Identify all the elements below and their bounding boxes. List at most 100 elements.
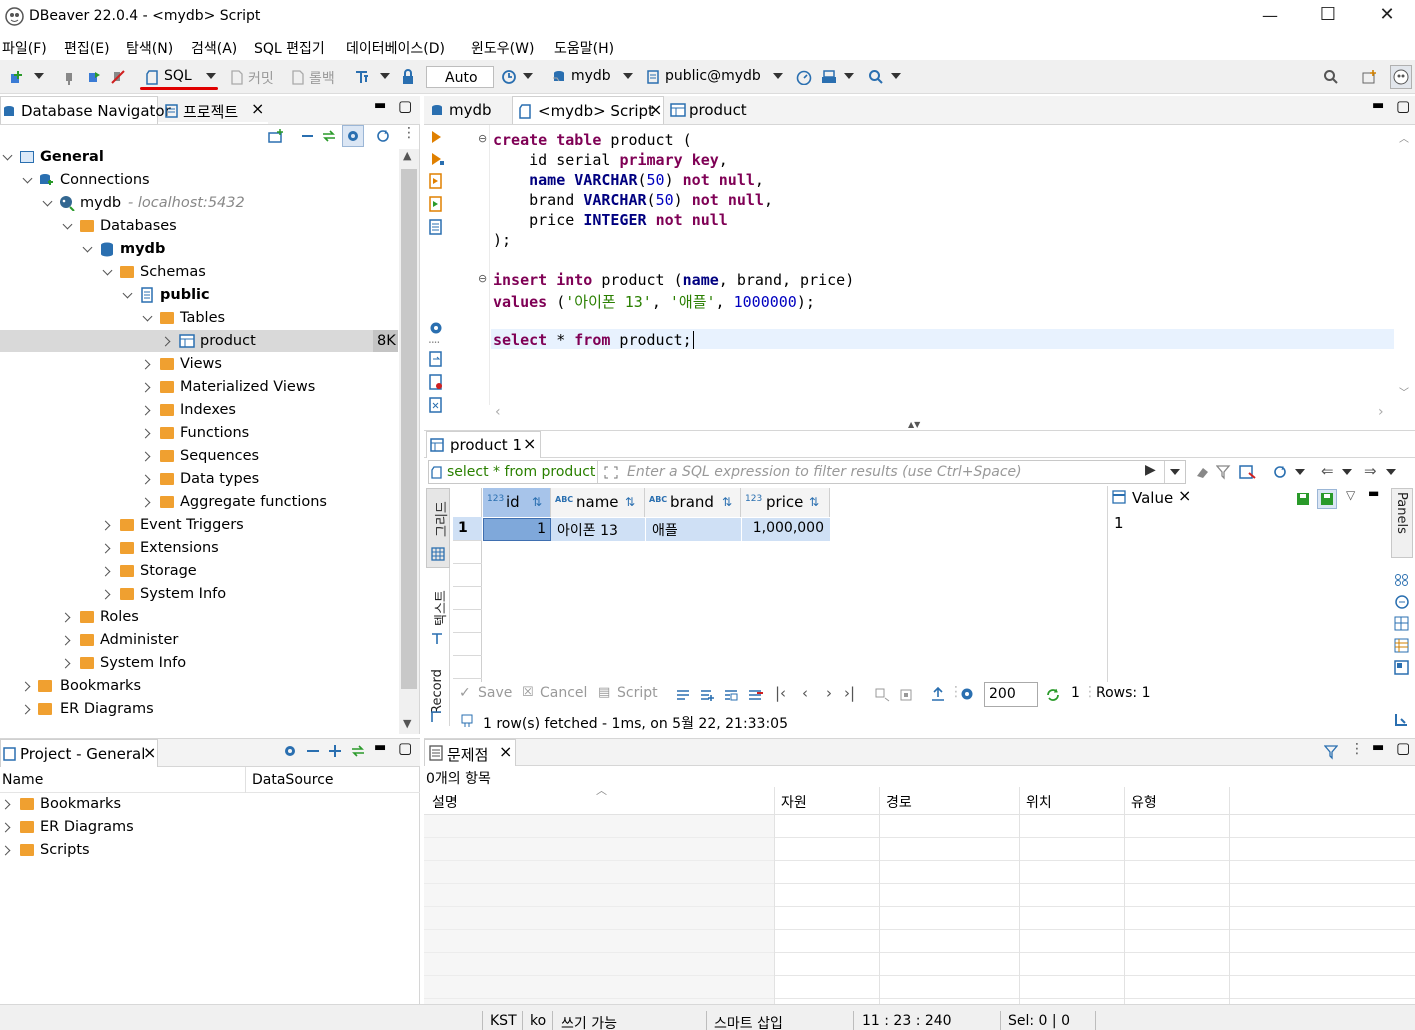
column-description-header[interactable]: 설명 — [432, 792, 458, 812]
maximize-panel-icon[interactable]: ▢ — [398, 97, 412, 115]
expand-arrow-icon[interactable] — [140, 359, 151, 370]
maximize-button[interactable]: ☐ — [1318, 4, 1338, 25]
fold-insert-icon[interactable]: ⊖ — [478, 272, 487, 285]
history-icon[interactable] — [501, 69, 517, 85]
code-line-11[interactable]: select * from product; — [493, 331, 694, 349]
column-location-header[interactable]: 위치 — [1026, 792, 1052, 812]
tab-product-1[interactable]: product 1 × — [426, 431, 541, 458]
expand-arrow-icon[interactable] — [20, 704, 31, 715]
erase-filter-icon[interactable] — [1194, 464, 1210, 480]
save-button[interactable]: Save — [478, 685, 512, 701]
minimize-panel-icon[interactable]: ▬ — [374, 740, 386, 755]
commit-button[interactable]: 커밋 — [248, 68, 274, 88]
schema-dropdown-icon[interactable] — [773, 73, 783, 79]
disconnect-icon[interactable] — [110, 69, 126, 85]
column-header-price[interactable]: 123 price ⇅ — [741, 488, 830, 517]
filter-settings-button[interactable] — [342, 125, 364, 147]
expand-arrow-icon[interactable] — [20, 681, 31, 692]
active-query-label[interactable]: select * from product — [447, 464, 595, 480]
menu-sql-editor[interactable]: SQL 편집기 — [254, 38, 325, 58]
minimize-panel-icon[interactable]: ▬ — [1372, 98, 1384, 113]
calc-panel-icon[interactable] — [1394, 594, 1410, 610]
expand-arrow-icon[interactable] — [60, 612, 71, 623]
tab-mydb-script[interactable]: <mydb> Script × — [512, 96, 664, 124]
tab-text[interactable]: 텍스트 — [426, 574, 450, 652]
last-page-icon[interactable]: ›| — [844, 684, 855, 702]
code-line-3[interactable]: name VARCHAR(50) not null, — [493, 171, 764, 189]
cell-price[interactable]: 1,000,000 — [741, 518, 830, 541]
cell-name[interactable]: 아이폰 13 — [551, 518, 645, 541]
splitter-toggle-icon[interactable]: ▲▼ — [908, 420, 920, 429]
refresh-dropdown-icon[interactable] — [1295, 469, 1305, 475]
sort-icon[interactable]: ⇅ — [625, 488, 635, 517]
scroll-thumb[interactable] — [401, 169, 417, 689]
auto-commit-field[interactable]: Auto — [426, 66, 494, 88]
apply-filter-icon[interactable]: ▶ — [1145, 462, 1156, 478]
presentation-panel-icon[interactable] — [1394, 660, 1410, 676]
search-tool-icon[interactable] — [868, 69, 884, 85]
connect-icon[interactable] — [62, 69, 76, 85]
forward-dropdown-icon[interactable] — [1386, 469, 1396, 475]
copy-row-icon[interactable] — [723, 687, 739, 703]
column-name-header[interactable]: Name — [2, 772, 43, 788]
lock-icon[interactable] — [401, 69, 415, 85]
expand-arrow-icon[interactable] — [0, 799, 11, 810]
sort-icon[interactable]: ⇅ — [809, 488, 819, 517]
column-header-id[interactable]: 123 id ⇅ — [483, 488, 551, 517]
save-value-icon[interactable] — [1296, 492, 1310, 506]
value-panel-menu-icon[interactable]: ▽ — [1346, 488, 1355, 502]
search-dropdown-icon[interactable] — [891, 73, 901, 79]
column-header-brand[interactable]: ABC brand ⇅ — [645, 488, 741, 517]
tab-problems[interactable]: 문제점 × — [424, 739, 516, 766]
edit-row-icon[interactable] — [675, 687, 691, 703]
references-panel-icon[interactable] — [1394, 638, 1410, 654]
menu-navigate[interactable]: 탐색(N) — [126, 38, 173, 58]
expand-arrow-icon[interactable] — [140, 497, 151, 508]
link-editor-icon[interactable] — [350, 743, 366, 759]
sql-button[interactable]: SQL — [164, 68, 192, 84]
expand-arrow-icon[interactable] — [22, 173, 33, 184]
dashboard-icon[interactable] — [795, 69, 813, 85]
panels-tab[interactable]: Panels — [1391, 488, 1413, 558]
view-menu-icon[interactable]: ⋮ — [1350, 741, 1364, 757]
scroll-up-icon[interactable]: ︿ — [1399, 130, 1409, 145]
minimize-button[interactable]: — — [1260, 6, 1280, 25]
fetch-size-input[interactable]: 200 — [984, 682, 1038, 707]
gear-icon[interactable] — [282, 743, 298, 759]
new-connection-icon[interactable] — [8, 69, 24, 85]
minimize-panel-icon[interactable]: ▬ — [1372, 740, 1384, 755]
connection-dropdown-icon[interactable] — [623, 73, 633, 79]
close-tab-icon[interactable]: × — [499, 742, 512, 761]
expand-arrow-icon[interactable] — [140, 428, 151, 439]
menu-help[interactable]: 도움말(H) — [554, 38, 614, 58]
scroll-down-icon[interactable]: ﹀ — [1399, 384, 1409, 399]
row-number-1[interactable]: 1 — [453, 517, 482, 540]
tab-product[interactable]: product — [668, 96, 778, 124]
close-tab-icon[interactable]: × — [649, 100, 662, 119]
sync-icon[interactable] — [375, 128, 391, 144]
next-page-icon[interactable]: › — [826, 684, 832, 702]
code-line-5[interactable]: price INTEGER not null — [493, 211, 728, 229]
expand-arrow-icon[interactable] — [140, 451, 151, 462]
column-path-header[interactable]: 경로 — [886, 792, 912, 812]
code-line-8[interactable]: insert into product (name, brand, price) — [493, 271, 854, 289]
maximize-panel-icon[interactable]: ▢ — [398, 739, 412, 757]
dbeaver-perspective-button[interactable] — [1390, 65, 1412, 89]
minimize-panel-icon[interactable]: ▬ — [1368, 486, 1379, 500]
fetch-next-icon[interactable] — [875, 688, 891, 702]
tab-project[interactable]: 프로젝트 × — [158, 96, 268, 124]
back-dropdown-icon[interactable] — [1342, 469, 1352, 475]
rollback-button[interactable]: 롤백 — [309, 68, 335, 88]
close-tab-icon[interactable]: × — [523, 434, 536, 453]
close-button[interactable]: ✕ — [1377, 4, 1397, 25]
expand-arrow-icon[interactable] — [100, 566, 111, 577]
tab-record[interactable]: Record — [426, 656, 450, 726]
expand-filter-icon[interactable] — [603, 465, 619, 479]
code-line-6[interactable]: ); — [493, 231, 511, 249]
metadata-panel-icon[interactable] — [1394, 573, 1410, 587]
expand-arrow-icon[interactable] — [82, 242, 93, 253]
expand-arrow-icon[interactable] — [2, 150, 13, 161]
script-button[interactable]: Script — [617, 685, 658, 701]
column-resource-header[interactable]: 자원 — [781, 792, 807, 812]
execute-script-new-tab-icon[interactable] — [429, 196, 443, 212]
